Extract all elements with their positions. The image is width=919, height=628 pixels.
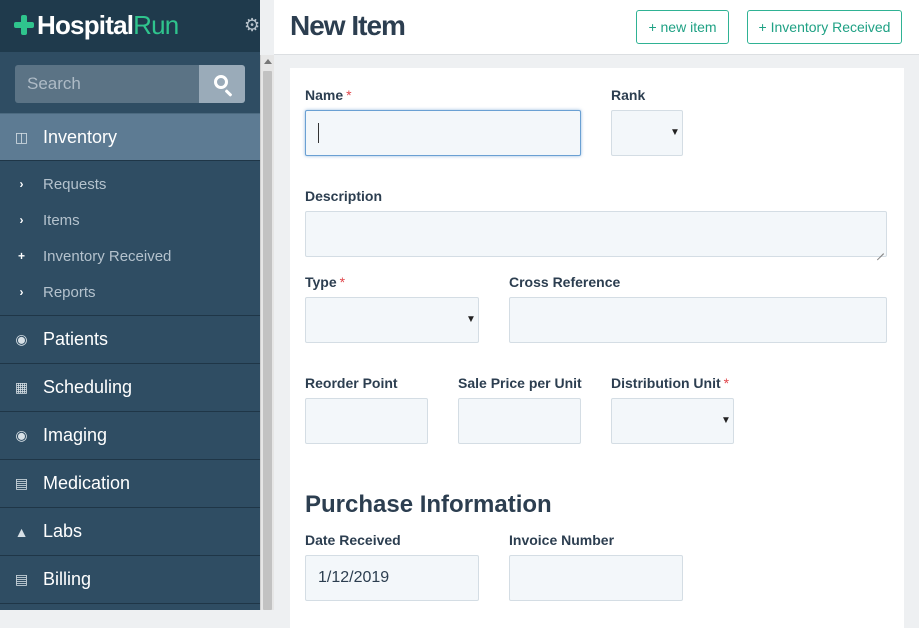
- dropdown-arrow-icon: ▼: [721, 415, 731, 426]
- sidebar-scrollbar[interactable]: [260, 55, 274, 610]
- subnav-label: Items: [43, 211, 80, 229]
- date-received-field[interactable]: 1/12/2019: [305, 555, 479, 601]
- page-header: New Item + new item + Inventory Received: [274, 0, 919, 55]
- invoice-number-label: Invoice Number: [509, 532, 615, 548]
- box-icon: ◫: [14, 128, 29, 145]
- name-label-text: Name: [305, 87, 344, 103]
- resize-handle[interactable]: [876, 246, 884, 254]
- search-icon: [214, 75, 228, 89]
- sidebar-item-label: Inventory: [43, 126, 118, 147]
- reorder-point-field[interactable]: [305, 398, 428, 444]
- search-button[interactable]: [199, 65, 245, 103]
- inventory-subnav: › Requests › Items + Inventory Received …: [0, 161, 260, 316]
- distribution-unit-label-text: Distribution Unit: [611, 375, 721, 391]
- required-marker: *: [339, 274, 346, 290]
- subnav-item-inventory-received[interactable]: + Inventory Received: [0, 238, 260, 274]
- name-label: Name *: [305, 87, 352, 103]
- subnav-label: Reports: [43, 283, 96, 301]
- page-title: New Item: [290, 10, 406, 41]
- sidebar-item-label: Imaging: [43, 425, 108, 445]
- scroll-thumb[interactable]: [263, 71, 272, 610]
- text-cursor: [318, 123, 319, 143]
- gear-icon[interactable]: ⚙: [244, 15, 260, 36]
- chevron-right-icon: ›: [19, 213, 24, 227]
- new-item-form: Name * Rank ▼ Description Type * ▼ Cross R…: [290, 68, 904, 628]
- rank-label: Rank: [611, 87, 646, 103]
- cross-reference-label: Cross Reference: [509, 274, 621, 290]
- logo-hospital: Hospital: [37, 10, 134, 40]
- sidebar-item-label: Scheduling: [43, 377, 133, 397]
- sidebar-item-inventory[interactable]: ◫ Inventory: [0, 113, 260, 161]
- sidebar-item-label: Labs: [43, 521, 83, 541]
- date-received-value: 1/12/2019: [318, 569, 390, 586]
- subnav-label: Requests: [43, 175, 107, 193]
- description-textarea[interactable]: [305, 211, 887, 257]
- logo-run: Run: [133, 10, 179, 40]
- sidebar-item-billing[interactable]: ▤ Billing: [0, 556, 260, 604]
- new-item-button[interactable]: + new item: [636, 10, 729, 44]
- date-received-label: Date Received: [305, 532, 401, 548]
- scroll-up-arrow[interactable]: [264, 59, 272, 64]
- required-marker: *: [346, 87, 352, 103]
- type-label-text: Type: [305, 274, 337, 290]
- dropdown-arrow-icon: ▼: [466, 314, 476, 325]
- brand-header: HospitalRun ⚙: [0, 0, 260, 52]
- name-field[interactable]: [305, 110, 581, 156]
- dropdown-arrow-icon: ▼: [670, 127, 680, 138]
- chevron-right-icon: ›: [19, 285, 24, 299]
- sale-price-field[interactable]: [458, 398, 581, 444]
- calendar-icon: ▦: [14, 379, 29, 395]
- search-bar: [15, 65, 245, 103]
- plus-cross-icon: [14, 15, 34, 35]
- sidebar-item-labs[interactable]: ▲ Labs: [0, 508, 260, 556]
- chevron-right-icon: ›: [19, 177, 24, 191]
- cross-reference-field[interactable]: [509, 297, 887, 343]
- search-input[interactable]: [15, 65, 199, 103]
- plus-icon: +: [17, 249, 25, 263]
- sidebar-item-label: Patients: [43, 329, 109, 349]
- document-icon: ▤: [14, 475, 29, 491]
- type-select[interactable]: ▼: [305, 297, 479, 343]
- subnav-item-items[interactable]: › Items: [0, 202, 260, 238]
- sidebar-nav: ◫ Inventory › Requests › Items + Invento…: [0, 113, 260, 604]
- invoice-number-field[interactable]: [509, 555, 683, 601]
- credit-card-icon: ▤: [14, 571, 29, 587]
- rank-select[interactable]: ▼: [611, 110, 683, 156]
- sale-price-label: Sale Price per Unit: [458, 375, 582, 391]
- distribution-unit-select[interactable]: ▼: [611, 398, 734, 444]
- purchase-information-heading: Purchase Information: [305, 491, 552, 518]
- reorder-point-label: Reorder Point: [305, 375, 398, 391]
- required-marker: *: [723, 375, 730, 391]
- distribution-unit-label: Distribution Unit *: [611, 375, 729, 391]
- description-label: Description: [305, 188, 383, 204]
- logo[interactable]: HospitalRun: [37, 10, 179, 41]
- sidebar-item-label: Medication: [43, 473, 131, 493]
- sidebar: HospitalRun ⚙ ◫ Inventory › Requests › I…: [0, 0, 260, 610]
- sidebar-item-scheduling[interactable]: ▦ Scheduling: [0, 364, 260, 412]
- patients-icon: ◉: [15, 331, 28, 347]
- sidebar-item-label: Billing: [43, 569, 92, 589]
- sidebar-item-imaging[interactable]: ◉ Imaging: [0, 412, 260, 460]
- sidebar-item-medication[interactable]: ▤ Medication: [0, 460, 260, 508]
- sidebar-item-patients[interactable]: ◉ Patients: [0, 316, 260, 364]
- inventory-received-button[interactable]: + Inventory Received: [747, 10, 902, 44]
- subnav-item-reports[interactable]: › Reports: [0, 274, 260, 310]
- subnav-label: Inventory Received: [43, 247, 172, 265]
- subnav-item-requests[interactable]: › Requests: [0, 166, 260, 202]
- camera-icon: ◉: [15, 427, 28, 443]
- type-label: Type *: [305, 274, 345, 290]
- microscope-icon: ▲: [14, 523, 29, 540]
